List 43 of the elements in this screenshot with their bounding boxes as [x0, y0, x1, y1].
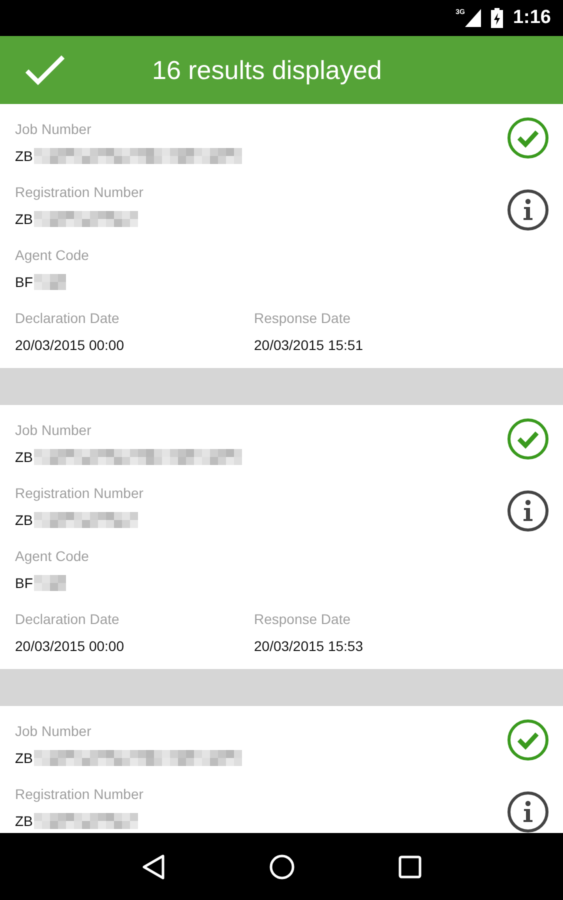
- info-icon[interactable]: [507, 490, 549, 532]
- redaction-blur: [34, 575, 66, 591]
- field-value: ZB: [15, 812, 33, 830]
- app-bar-title: 16 results displayed: [152, 54, 382, 86]
- info-icon[interactable]: [507, 189, 549, 231]
- field-value: 20/03/2015 00:00: [15, 336, 124, 354]
- field-value: 20/03/2015 15:51: [254, 336, 363, 354]
- field-label: Agent Code: [15, 246, 90, 264]
- field-label: Declaration Date: [15, 309, 120, 327]
- field-label: Registration Number: [15, 183, 144, 201]
- field-label: Registration Number: [15, 484, 144, 502]
- field-value: ZB: [15, 448, 33, 466]
- back-icon[interactable]: [141, 854, 168, 880]
- clock: 1:16: [512, 6, 551, 30]
- field-value: ZB: [15, 147, 33, 165]
- field-label: Declaration Date: [15, 610, 120, 628]
- field-label: Registration Number: [15, 785, 144, 803]
- field-value: 20/03/2015 15:53: [254, 637, 363, 655]
- field-label: Response Date: [254, 309, 352, 327]
- field-label: Job Number: [15, 722, 92, 740]
- field-value: ZB: [15, 511, 33, 529]
- info-icon[interactable]: [507, 791, 549, 833]
- battery-icon: [490, 8, 503, 28]
- result-card[interactable]: Job Number ZB Registration Number ZB: [0, 706, 563, 833]
- recents-icon[interactable]: [398, 854, 422, 878]
- field-value: BF: [15, 273, 33, 291]
- field-label: Job Number: [15, 120, 92, 138]
- result-card[interactable]: Job Number ZB Registration Number ZB Agent Code BF Declaration Date 20/03/2015 00:00 Response Date 20/03/2015 15:51: [0, 104, 563, 368]
- field-value: 20/03/2015 00:00: [15, 637, 124, 655]
- redaction-blur: [34, 274, 66, 290]
- field-value: ZB: [15, 210, 33, 228]
- check-circle-icon: [507, 719, 549, 761]
- signal-icon: [464, 9, 481, 27]
- field-label: Agent Code: [15, 547, 90, 565]
- field-value: ZB: [15, 749, 33, 767]
- field-label: Job Number: [15, 421, 92, 439]
- field-value: BF: [15, 574, 33, 592]
- field-label: Response Date: [254, 610, 352, 628]
- home-icon[interactable]: [269, 854, 296, 880]
- checkmark-icon: [24, 54, 66, 86]
- check-circle-icon: [507, 117, 549, 159]
- check-circle-icon: [507, 418, 549, 460]
- result-card[interactable]: Job Number ZB Registration Number ZB Agent Code BF Declaration Date 20/03/2015 00:00 Response Date 20/03/2015 15:53: [0, 405, 563, 669]
